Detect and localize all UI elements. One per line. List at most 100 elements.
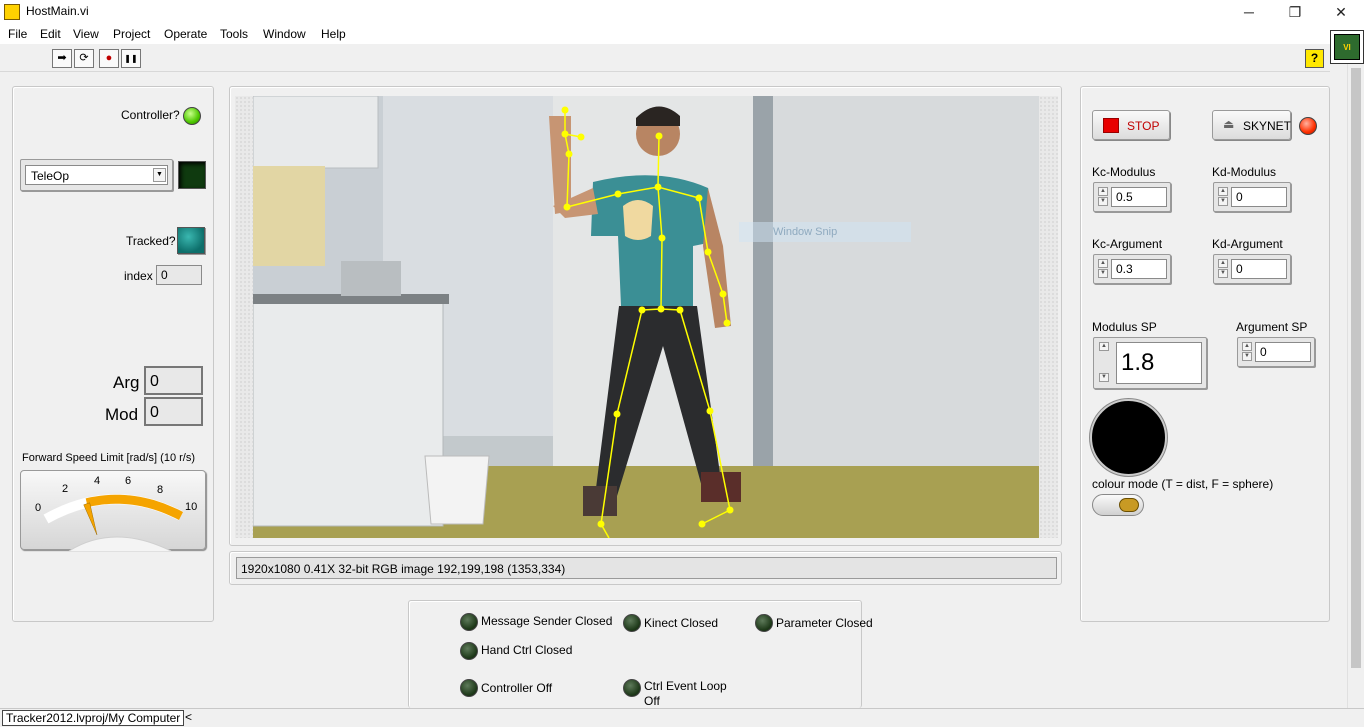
- close-button[interactable]: ✕: [1318, 0, 1364, 24]
- ctrl-event-loop-label-2: Off: [644, 694, 660, 708]
- colour-mode-toggle[interactable]: [1092, 494, 1144, 516]
- stop-button-label: STOP: [1127, 119, 1160, 133]
- decrement-arrow-icon[interactable]: ▼: [1242, 352, 1252, 361]
- joint: [565, 150, 573, 158]
- kc-modulus-input[interactable]: 0.5: [1111, 187, 1167, 207]
- increment-arrow-icon[interactable]: ▲: [1098, 187, 1108, 196]
- joint: [698, 520, 706, 528]
- joint: [561, 130, 569, 138]
- menu-view[interactable]: View: [73, 27, 99, 41]
- maximize-button[interactable]: ❐: [1272, 0, 1318, 24]
- menu-file[interactable]: File: [8, 27, 27, 41]
- run-arrow-icon[interactable]: ➡: [52, 49, 72, 68]
- kc-argument-input[interactable]: 0.3: [1111, 259, 1167, 279]
- vertical-scrollbar[interactable]: [1347, 64, 1364, 708]
- window-title: HostMain.vi: [26, 4, 89, 18]
- arg-indicator: 0: [144, 366, 203, 395]
- increment-arrow-icon[interactable]: ▲: [1099, 342, 1109, 351]
- mod-label: Mod: [105, 405, 139, 424]
- increment-arrow-icon[interactable]: ▲: [1218, 259, 1228, 268]
- kinect-camera-image[interactable]: Window Snip: [253, 96, 1039, 538]
- stop-square-icon: [1103, 118, 1119, 133]
- argument-sp-input[interactable]: 0: [1255, 342, 1311, 362]
- right-shoe: [701, 472, 741, 502]
- pause-icon[interactable]: ❚❚: [121, 49, 141, 68]
- poster: [253, 166, 325, 266]
- gauge-svg: [43, 494, 184, 552]
- stop-button[interactable]: STOP: [1092, 110, 1170, 140]
- hand-ctrl-led: [460, 642, 478, 660]
- chevron-down-icon[interactable]: ▼: [153, 168, 166, 182]
- decrement-arrow-icon[interactable]: ▼: [1218, 197, 1228, 206]
- modulus-sp-label: Modulus SP: [1092, 320, 1157, 334]
- kd-modulus-control: ▲ ▼ 0: [1213, 182, 1291, 212]
- status-footer: Tracker2012.lvproj/My Computer <: [0, 708, 1364, 727]
- tracked-label: Tracked?: [126, 234, 176, 248]
- vi-icon-graphic: VI: [1334, 34, 1360, 60]
- menu-edit[interactable]: Edit: [40, 27, 61, 41]
- skynet-button[interactable]: ⏏ SKYNET: [1212, 110, 1291, 140]
- gauge-tick-label: 0: [35, 502, 42, 514]
- gauge-tick-label: 4: [94, 475, 101, 487]
- kd-modulus-input[interactable]: 0: [1231, 187, 1287, 207]
- shirt-print: [623, 200, 653, 240]
- controller-off-led: [460, 679, 478, 697]
- argument-sp-label: Argument SP: [1236, 320, 1308, 334]
- decrement-arrow-icon[interactable]: ▼: [1099, 373, 1109, 382]
- kitchen-items: [341, 261, 401, 296]
- menu-project[interactable]: Project: [113, 27, 150, 41]
- hand-ctrl-label: Hand Ctrl Closed: [481, 643, 573, 657]
- joint: [613, 410, 621, 418]
- joint: [655, 132, 663, 140]
- kinect-label: Kinect Closed: [644, 616, 719, 630]
- message-sender-label: Message Sender Closed: [481, 614, 613, 628]
- toolbar: ➡ ⟳ ● ❚❚ ?: [0, 44, 1330, 72]
- gauge-tick-label: 8: [157, 484, 164, 496]
- scrollbar-thumb[interactable]: [1351, 68, 1361, 668]
- controller-label: Controller?: [121, 108, 180, 122]
- gauge-needle[interactable]: [83, 502, 98, 536]
- waste-bin: [424, 455, 490, 525]
- kc-argument-label: Kc-Argument: [1092, 237, 1163, 251]
- message-sender-led: [460, 613, 478, 631]
- tracked-indicator: [177, 227, 205, 254]
- ctrl-event-loop-label: Ctrl Event Loop: [644, 679, 727, 693]
- run-continuously-icon[interactable]: ⟳: [74, 49, 94, 68]
- menu-window[interactable]: Window: [263, 27, 306, 41]
- joint: [723, 319, 731, 327]
- kinect-led: [623, 614, 641, 632]
- left-shoe: [583, 486, 617, 516]
- kd-argument-control: ▲ ▼ 0: [1213, 254, 1291, 284]
- upper-cabinet: [253, 96, 379, 169]
- modulus-sp-input[interactable]: 1.8: [1116, 342, 1202, 384]
- menu-help[interactable]: Help: [321, 27, 346, 41]
- project-path[interactable]: Tracker2012.lvproj/My Computer: [2, 710, 185, 726]
- joint: [719, 290, 727, 298]
- joint: [726, 506, 734, 514]
- increment-arrow-icon[interactable]: ▲: [1098, 259, 1108, 268]
- controller-off-label: Controller Off: [481, 681, 553, 695]
- context-help-icon[interactable]: ?: [1305, 49, 1324, 68]
- menu-operate[interactable]: Operate: [164, 27, 207, 41]
- menu-tools[interactable]: Tools: [220, 27, 248, 41]
- decrement-arrow-icon[interactable]: ▼: [1098, 269, 1108, 278]
- index-indicator: 0: [156, 265, 202, 285]
- kd-argument-input[interactable]: 0: [1231, 259, 1287, 279]
- eject-icon: ⏏: [1223, 117, 1235, 131]
- kc-argument-control: ▲ ▼ 0.3: [1093, 254, 1171, 284]
- increment-arrow-icon[interactable]: ▲: [1242, 342, 1252, 351]
- joint: [561, 106, 569, 114]
- kc-modulus-control: ▲ ▼ 0.5: [1093, 182, 1171, 212]
- joint: [563, 203, 571, 211]
- kd-argument-label: Kd-Argument: [1212, 237, 1283, 251]
- scroll-left-arrow[interactable]: <: [185, 710, 192, 724]
- mode-value: TeleOp: [31, 169, 70, 183]
- joint: [638, 306, 646, 314]
- joint: [614, 190, 622, 198]
- decrement-arrow-icon[interactable]: ▼: [1098, 197, 1108, 206]
- mode-selector[interactable]: TeleOp ▼: [25, 165, 168, 185]
- increment-arrow-icon[interactable]: ▲: [1218, 187, 1228, 196]
- decrement-arrow-icon[interactable]: ▼: [1218, 269, 1228, 278]
- abort-execution-icon[interactable]: ●: [99, 49, 119, 68]
- minimize-button[interactable]: ─: [1226, 0, 1272, 24]
